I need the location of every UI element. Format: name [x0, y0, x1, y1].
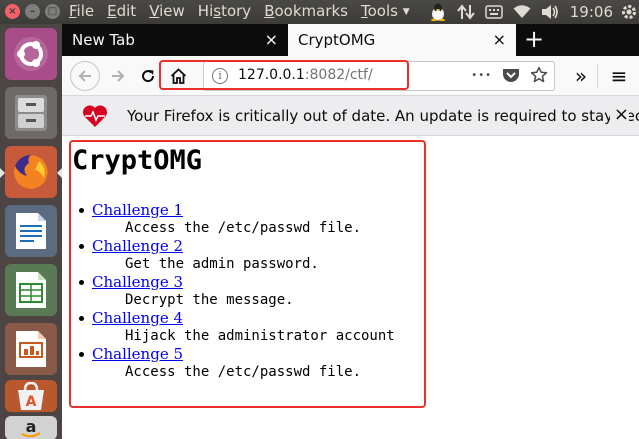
toolbar-separator: [597, 64, 598, 88]
minimize-icon: –: [30, 6, 35, 17]
tab-cryptomg[interactable]: CryptOMG ×: [288, 24, 516, 56]
navigation-toolbar: i 127.0.0.1:8082/ctf/ ••• » ≡: [62, 56, 639, 96]
forward-button[interactable]: [104, 62, 132, 90]
menu-tools[interactable]: Tools ▼: [361, 2, 410, 20]
tab-new-tab[interactable]: New Tab ×: [62, 24, 288, 56]
list-item: Challenge 2 Get the admin password.: [79, 237, 395, 273]
window-minimize-button[interactable]: –: [25, 4, 40, 19]
window-close-button[interactable]: ×: [5, 4, 20, 19]
menu-edit[interactable]: Edit: [107, 2, 136, 20]
volume-icon[interactable]: [536, 0, 564, 24]
challenge-description: Get the admin password.: [125, 256, 319, 272]
tux-icon[interactable]: [424, 0, 452, 24]
heart-pulse-icon: [82, 105, 108, 127]
back-button[interactable]: [70, 61, 100, 91]
arrow-right-icon: [112, 70, 125, 82]
page-content: CryptOMG Challenge 1 Access the /etc/pas…: [62, 137, 639, 439]
challenge-5-link[interactable]: Challenge 5: [92, 345, 395, 363]
system-tray: 19:06: [424, 0, 639, 24]
svg-text:a: a: [26, 418, 37, 436]
menu-file[interactable]: File: [69, 2, 94, 20]
challenge-description: Access the /etc/passwd file.: [125, 220, 362, 236]
maximize-icon: □: [47, 6, 58, 17]
hamburger-menu-icon[interactable]: ≡: [605, 62, 633, 90]
challenge-1-link[interactable]: Challenge 1: [92, 201, 395, 219]
list-item: Challenge 1 Access the /etc/passwd file.: [79, 201, 395, 237]
wifi-icon[interactable]: [508, 0, 536, 24]
libreoffice-impress-icon[interactable]: [5, 323, 57, 375]
window-maximize-button[interactable]: □: [45, 4, 60, 19]
reload-button[interactable]: [134, 62, 162, 90]
menu-view[interactable]: View: [149, 2, 185, 20]
keyboard-input-icon[interactable]: [480, 0, 508, 24]
challenge-2-link[interactable]: Challenge 2: [92, 237, 395, 255]
page-title: CryptOMG: [72, 145, 203, 176]
files-icon[interactable]: [5, 87, 57, 139]
challenge-description: Decrypt the message.: [125, 292, 294, 308]
challenge-list: Challenge 1 Access the /etc/passwd file.…: [79, 201, 395, 381]
challenge-description: Access the /etc/passwd file.: [125, 364, 362, 380]
tab-label: New Tab: [72, 31, 135, 49]
page-actions: •••: [471, 66, 548, 84]
close-icon[interactable]: ×: [493, 24, 506, 56]
chevron-down-icon: ▼: [402, 7, 410, 17]
home-button[interactable]: [164, 62, 192, 90]
notification-text: Your Firefox is critically out of date. …: [127, 107, 639, 125]
overflow-chevron-icon[interactable]: »: [567, 62, 595, 90]
tab-bar: New Tab × CryptOMG × +: [62, 24, 639, 56]
page-actions-menu-icon[interactable]: •••: [471, 70, 492, 81]
settings-gear-icon[interactable]: [619, 0, 639, 24]
libreoffice-writer-icon[interactable]: [5, 205, 57, 257]
svg-text:A: A: [26, 394, 37, 410]
arrow-left-icon: [78, 70, 91, 82]
menu-history[interactable]: History: [198, 2, 251, 20]
menubar: File Edit View History Bookmarks Tools ▼: [69, 2, 423, 20]
close-icon: ×: [8, 6, 17, 17]
close-icon[interactable]: ×: [265, 24, 278, 56]
ubuntu-dash-icon[interactable]: [5, 28, 57, 80]
clock[interactable]: 19:06: [570, 3, 613, 21]
url-text: 127.0.0.1:8082/ctf/: [238, 67, 373, 83]
amazon-icon[interactable]: a: [5, 416, 57, 439]
top-panel: × – □ File Edit View History Bookmarks T…: [0, 0, 639, 24]
info-icon[interactable]: i: [212, 68, 228, 84]
libreoffice-calc-icon[interactable]: [5, 264, 57, 316]
menu-bookmarks[interactable]: Bookmarks: [264, 2, 348, 20]
list-item: Challenge 5 Access the /etc/passwd file.: [79, 345, 395, 381]
new-tab-button[interactable]: +: [520, 24, 548, 56]
close-icon[interactable]: ×: [609, 104, 629, 125]
reload-icon: [142, 70, 155, 83]
tab-label: CryptOMG: [298, 31, 376, 49]
home-icon: [170, 68, 186, 84]
network-updown-icon[interactable]: [452, 0, 480, 24]
pocket-icon[interactable]: [502, 67, 520, 83]
url-bar[interactable]: i 127.0.0.1:8082/ctf/ •••: [203, 61, 555, 91]
challenge-description: Hijack the administrator account: [125, 328, 395, 344]
ubuntu-software-icon[interactable]: A: [5, 380, 57, 412]
challenge-3-link[interactable]: Challenge 3: [92, 273, 395, 291]
list-item: Challenge 3 Decrypt the message.: [79, 273, 395, 309]
launcher: A a: [0, 24, 62, 439]
bookmark-star-icon[interactable]: [530, 66, 548, 84]
firefox-icon[interactable]: [0, 146, 62, 198]
challenge-4-link[interactable]: Challenge 4: [92, 309, 395, 327]
update-notification-bar: Your Firefox is critically out of date. …: [62, 96, 639, 136]
list-item: Challenge 4 Hijack the administrator acc…: [79, 309, 395, 345]
